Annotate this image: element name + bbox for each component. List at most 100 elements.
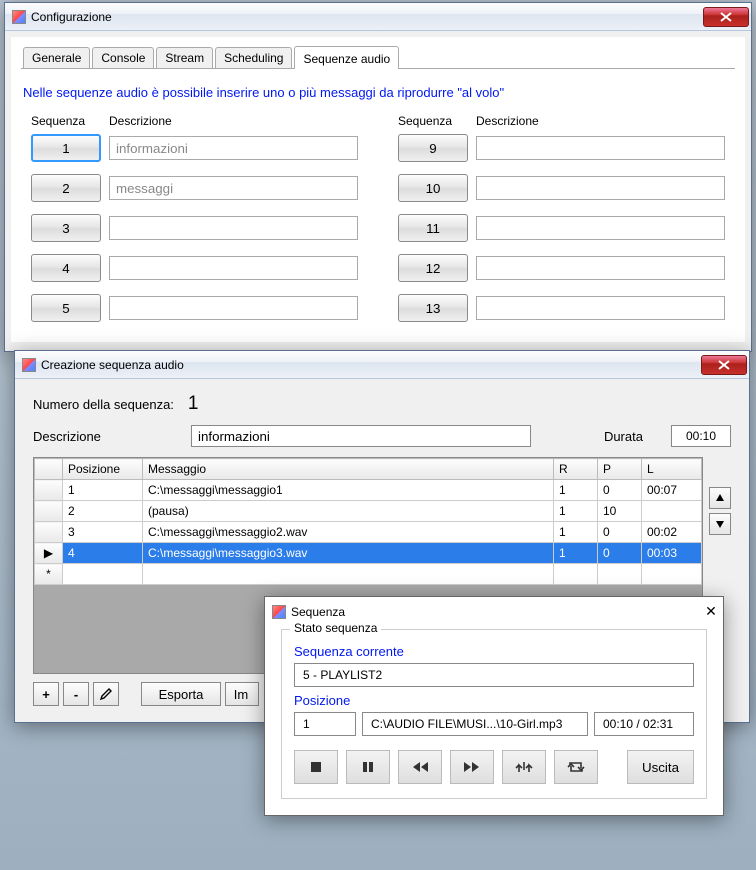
pause-button[interactable] [346, 750, 390, 784]
header-descrizione: Descrizione [109, 114, 172, 128]
cell[interactable]: 2 [63, 501, 143, 522]
sequence-button-13[interactable]: 13 [398, 294, 468, 322]
titlebar-sequenza[interactable]: Sequenza ✕ [265, 597, 723, 623]
cell[interactable]: 00:03 [642, 543, 702, 564]
cell[interactable]: 00:07 [642, 480, 702, 501]
remove-button[interactable]: - [63, 682, 89, 706]
sequence-desc-input-11[interactable] [476, 216, 725, 240]
tab-sequenze-audio[interactable]: Sequenze audio [294, 46, 399, 69]
cell[interactable] [63, 564, 143, 585]
sequence-button-9[interactable]: 9 [398, 134, 468, 162]
sequence-desc-input-9[interactable] [476, 136, 725, 160]
cell[interactable]: C:\messaggi\messaggio1 [143, 480, 554, 501]
uscita-button[interactable]: Uscita [627, 750, 694, 784]
cell[interactable]: 1 [554, 501, 598, 522]
table-row[interactable]: * [35, 564, 702, 585]
cell[interactable]: 0 [598, 543, 642, 564]
tab-stream[interactable]: Stream [156, 47, 213, 68]
importa-button[interactable]: Im [225, 682, 259, 706]
cell[interactable] [642, 501, 702, 522]
row-marker[interactable] [35, 501, 63, 522]
cell[interactable]: 10 [598, 501, 642, 522]
tab-console[interactable]: Console [92, 47, 154, 68]
repeat-button[interactable] [554, 750, 598, 784]
cell[interactable] [598, 564, 642, 585]
window-title: Configurazione [31, 10, 703, 24]
cell[interactable] [642, 564, 702, 585]
sequence-button-3[interactable]: 3 [31, 214, 101, 242]
sequence-row: 3 [31, 214, 358, 242]
move-up-button[interactable] [709, 487, 731, 509]
cell[interactable]: (pausa) [143, 501, 554, 522]
col-messaggio[interactable]: Messaggio [143, 459, 554, 480]
stop-button[interactable] [294, 750, 338, 784]
sequence-button-1[interactable]: 1 [31, 134, 101, 162]
esporta-button[interactable]: Esporta [141, 682, 221, 706]
app-icon [271, 604, 287, 620]
titlebar-creazione[interactable]: Creazione sequenza audio [15, 351, 749, 379]
close-button[interactable] [703, 7, 749, 27]
sequence-row: 5 [31, 294, 358, 322]
sequence-desc-input-10[interactable] [476, 176, 725, 200]
sequence-row: 9 [398, 134, 725, 162]
row-marker[interactable]: ▶ [35, 543, 63, 564]
sequence-desc-input-1[interactable] [109, 136, 358, 160]
cell[interactable] [143, 564, 554, 585]
table-row[interactable]: 3C:\messaggi\messaggio2.wav1000:02 [35, 522, 702, 543]
cell[interactable]: 0 [598, 480, 642, 501]
sequence-desc-input-2[interactable] [109, 176, 358, 200]
cell[interactable]: C:\messaggi\messaggio3.wav [143, 543, 554, 564]
tab-generale[interactable]: Generale [23, 47, 90, 68]
rewind-button[interactable] [398, 750, 442, 784]
sequence-desc-input-3[interactable] [109, 216, 358, 240]
cell[interactable]: 1 [63, 480, 143, 501]
move-down-button[interactable] [709, 513, 731, 535]
cell[interactable] [554, 564, 598, 585]
sequence-button-11[interactable]: 11 [398, 214, 468, 242]
col-r[interactable]: R [554, 459, 598, 480]
sequence-desc-input-4[interactable] [109, 256, 358, 280]
row-marker[interactable] [35, 480, 63, 501]
cell[interactable]: 3 [63, 522, 143, 543]
numero-label: Numero della sequenza: [33, 397, 174, 412]
edit-button[interactable] [93, 682, 119, 706]
cell[interactable]: C:\messaggi\messaggio2.wav [143, 522, 554, 543]
shuffle-button[interactable] [502, 750, 546, 784]
titlebar-configurazione[interactable]: Configurazione [5, 3, 751, 31]
sequence-button-12[interactable]: 12 [398, 254, 468, 282]
row-marker[interactable]: * [35, 564, 63, 585]
col-p[interactable]: P [598, 459, 642, 480]
sequence-desc-input-12[interactable] [476, 256, 725, 280]
table-row[interactable]: 1C:\messaggi\messaggio11000:07 [35, 480, 702, 501]
cell[interactable]: 1 [554, 480, 598, 501]
cell[interactable]: 1 [554, 522, 598, 543]
col-posizione[interactable]: Posizione [63, 459, 143, 480]
close-button[interactable] [701, 355, 747, 375]
cell[interactable]: 0 [598, 522, 642, 543]
cell[interactable]: 4 [63, 543, 143, 564]
sequenza-corrente-value: 5 - PLAYLIST2 [294, 663, 694, 687]
sequence-desc-input-5[interactable] [109, 296, 358, 320]
sequence-desc-input-13[interactable] [476, 296, 725, 320]
descrizione-input[interactable] [191, 425, 531, 447]
tabstrip: GeneraleConsoleStreamSchedulingSequenze … [21, 45, 735, 69]
sequence-button-2[interactable]: 2 [31, 174, 101, 202]
sequence-button-5[interactable]: 5 [31, 294, 101, 322]
header-descrizione: Descrizione [476, 114, 539, 128]
table-row[interactable]: ▶4C:\messaggi\messaggio3.wav1000:03 [35, 543, 702, 564]
row-marker[interactable] [35, 522, 63, 543]
col-l[interactable]: L [642, 459, 702, 480]
sequence-button-4[interactable]: 4 [31, 254, 101, 282]
window-title: Creazione sequenza audio [41, 358, 701, 372]
cell[interactable]: 00:02 [642, 522, 702, 543]
table-row[interactable]: 2(pausa)110 [35, 501, 702, 522]
sequence-button-10[interactable]: 10 [398, 174, 468, 202]
tab-scheduling[interactable]: Scheduling [215, 47, 292, 68]
close-button[interactable]: ✕ [701, 603, 721, 621]
posizione-file: C:\AUDIO FILE\MUSI...\10-Girl.mp3 [362, 712, 588, 736]
sequence-row: 13 [398, 294, 725, 322]
window-configurazione: Configurazione GeneraleConsoleStreamSche… [4, 2, 752, 352]
forward-button[interactable] [450, 750, 494, 784]
add-button[interactable]: + [33, 682, 59, 706]
cell[interactable]: 1 [554, 543, 598, 564]
